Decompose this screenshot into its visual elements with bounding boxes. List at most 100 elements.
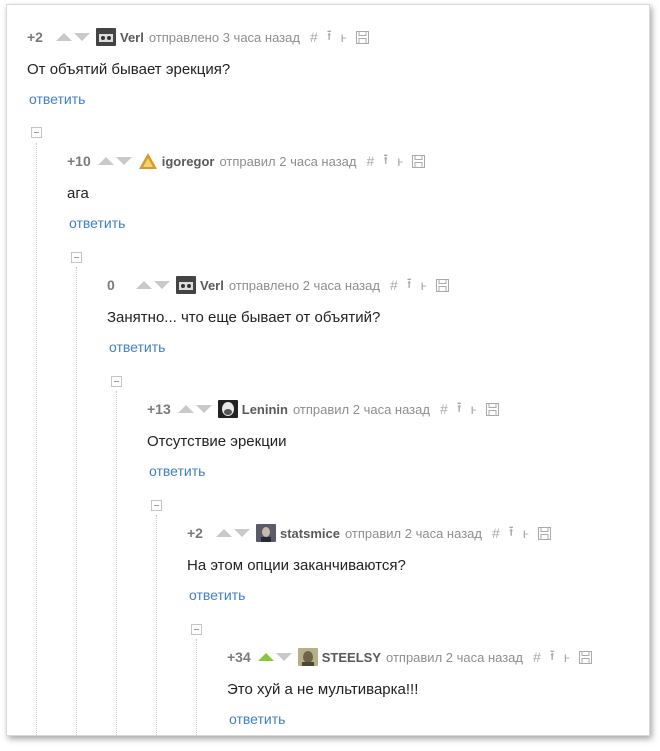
comment-header: +34 STEELSY отправил 2 часа назад # ⭱ ⱶ (227, 647, 592, 667)
hash-icon[interactable]: # (440, 401, 448, 417)
comment-tools: # ⭱ ⱶ (390, 273, 449, 297)
thread-line (36, 143, 37, 735)
comment-rating: +34 (227, 649, 251, 665)
comment-text: От объятий бывает эрекция? (27, 61, 231, 78)
avatar[interactable] (176, 276, 196, 294)
comment-rating: +2 (187, 525, 203, 541)
hash-icon[interactable]: # (492, 525, 500, 541)
vote-controls (56, 33, 90, 41)
comment-text: Занятно... что еще бывает от объятий? (107, 309, 381, 326)
hash-icon[interactable]: # (366, 153, 374, 169)
downvote-icon[interactable] (115, 157, 132, 165)
downvote-icon[interactable] (275, 653, 292, 661)
save-icon[interactable] (537, 526, 551, 540)
branch-icon[interactable]: ⱶ (471, 401, 477, 417)
up-to-parent-icon[interactable]: ⭱ (457, 397, 462, 421)
comment-time: отправлено 3 часа назад (148, 29, 300, 45)
comment-header: +13 Leninin отправил 2 часа назад # ⭱ ⱶ (147, 399, 499, 419)
up-to-parent-icon[interactable]: ⭱ (407, 273, 412, 297)
comment-time: отправил 2 часа назад (344, 525, 482, 541)
vote-controls (257, 653, 292, 661)
branch-icon[interactable]: ⱶ (564, 649, 570, 665)
upvote-icon[interactable] (177, 405, 194, 413)
downvote-icon[interactable] (234, 529, 250, 537)
reply-link[interactable]: ответить (29, 91, 85, 107)
comment-rating: 0 (107, 277, 115, 293)
save-icon[interactable] (355, 30, 369, 44)
branch-icon[interactable]: ⱶ (421, 277, 427, 293)
comment-text: ага (67, 185, 89, 202)
username-link[interactable]: igoregor (162, 154, 215, 169)
hash-icon[interactable]: # (390, 277, 398, 293)
up-to-parent-icon[interactable]: ⭱ (550, 645, 555, 669)
upvote-icon[interactable] (257, 653, 274, 661)
reply-link[interactable]: ответить (229, 711, 285, 727)
vote-controls (177, 405, 212, 413)
downvote-icon[interactable] (195, 405, 212, 413)
collapse-toggle[interactable] (71, 252, 82, 263)
save-icon[interactable] (485, 402, 499, 416)
comment-header: +2 statsmice отправил 2 часа назад # ⭱ ⱶ (187, 523, 551, 543)
comment-rating: +10 (67, 153, 91, 169)
thread-line (76, 267, 77, 735)
comment-rating: +2 (27, 29, 43, 45)
comment-tools: # ⭱ ⱶ (310, 25, 369, 49)
downvote-icon[interactable] (74, 33, 90, 41)
avatar[interactable] (217, 400, 238, 418)
branch-icon[interactable]: ⱶ (397, 153, 403, 169)
comment-header: 0 Verl отправлено 2 часа назад # ⭱ ⱶ (107, 275, 449, 295)
reply-link[interactable]: ответить (149, 463, 205, 479)
avatar[interactable] (137, 152, 158, 170)
comment-tools: # ⭱ ⱶ (440, 397, 499, 421)
downvote-icon[interactable] (154, 281, 170, 289)
collapse-toggle[interactable] (191, 624, 202, 635)
thread-line (116, 391, 117, 735)
collapse-toggle[interactable] (151, 500, 162, 511)
vote-controls (97, 157, 132, 165)
save-icon[interactable] (435, 278, 449, 292)
reply-link[interactable]: ответить (69, 215, 125, 231)
comment-time: отправил 2 часа назад (292, 401, 430, 417)
up-to-parent-icon[interactable]: ⭱ (509, 521, 514, 545)
upvote-icon[interactable] (97, 157, 114, 165)
up-to-parent-icon[interactable]: ⭱ (327, 25, 332, 49)
avatar[interactable] (256, 524, 276, 542)
comment-time: отправил 2 часа назад (219, 153, 357, 169)
username-link[interactable]: Leninin (242, 402, 288, 417)
hash-icon[interactable]: # (533, 649, 541, 665)
up-to-parent-icon[interactable]: ⭱ (383, 149, 388, 173)
thread-line (196, 639, 197, 735)
save-icon[interactable] (578, 650, 592, 664)
username-link[interactable]: statsmice (280, 526, 340, 541)
comment-tools: # ⭱ ⱶ (492, 521, 551, 545)
branch-icon[interactable]: ⱶ (523, 525, 529, 541)
comment-text: На этом опции заканчиваются? (187, 557, 406, 574)
upvote-icon[interactable] (136, 281, 152, 289)
vote-controls (216, 529, 250, 537)
avatar[interactable] (297, 648, 318, 666)
comment-rating: +13 (147, 401, 171, 417)
comment-header: +2 Verl отправлено 3 часа назад # ⭱ ⱶ (27, 27, 369, 47)
comment-time: отправлено 2 часа назад (228, 277, 380, 293)
username-link[interactable]: Verl (120, 30, 144, 45)
comment-header: +10 igoregor отправил 2 часа назад # ⭱ ⱶ (67, 149, 426, 173)
username-link[interactable]: STEELSY (322, 650, 381, 665)
comment-tools: # ⭱ ⱶ (533, 645, 592, 669)
comment-text: Отсутствие эрекции (147, 433, 287, 450)
vote-controls (136, 281, 170, 289)
upvote-icon[interactable] (216, 529, 232, 537)
collapse-toggle[interactable] (111, 376, 122, 387)
save-icon[interactable] (412, 154, 426, 168)
comments-thread: +2 Verl отправлено 3 часа назад # ⭱ ⱶ От… (6, 4, 650, 736)
collapse-toggle[interactable] (31, 127, 42, 138)
comment-text: Это хуй а не мультиварка!!! (227, 681, 419, 698)
comment-time: отправил 2 часа назад (386, 649, 523, 665)
branch-icon[interactable]: ⱶ (341, 29, 347, 45)
reply-link[interactable]: ответить (109, 339, 165, 355)
comment-tools: # ⭱ ⱶ (366, 149, 426, 173)
upvote-icon[interactable] (56, 33, 72, 41)
hash-icon[interactable]: # (310, 29, 318, 45)
avatar[interactable] (96, 28, 116, 46)
username-link[interactable]: Verl (200, 278, 224, 293)
reply-link[interactable]: ответить (189, 587, 245, 603)
